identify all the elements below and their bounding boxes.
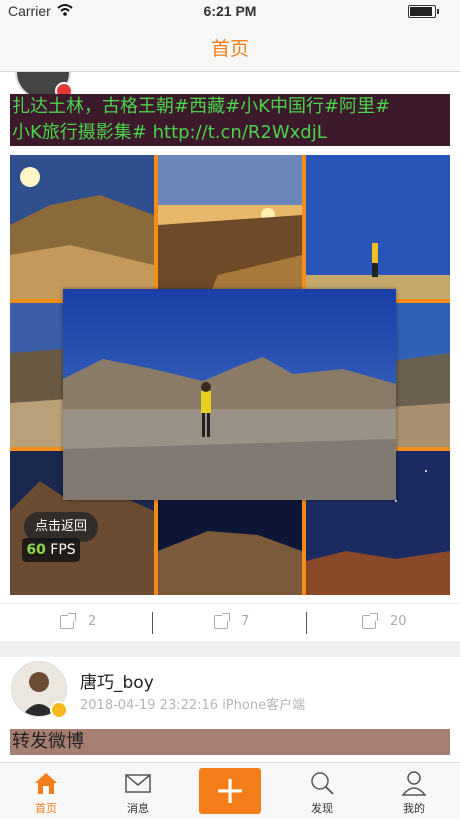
status-bar: Carrier 6:21 PM [0,0,460,22]
tab-label: 消息 [127,802,149,815]
page-title: 首页 [210,38,249,60]
comment-button[interactable]: 7 [153,604,306,642]
tab-label: 我的 [403,802,425,815]
photo-thumbnail[interactable] [306,155,450,299]
clock: 6:21 PM [203,3,257,19]
tab-label: 首页 [35,802,57,815]
fps-indicator: 60 FPS [22,538,80,562]
post-text[interactable]: 扎达土林，古格王朝#西藏#小K中国行#阿里# 小K旅行摄影集# http://t… [10,94,450,146]
fps-value: 60 [26,542,46,558]
comment-count: 7 [241,614,250,629]
photo-thumbnail[interactable] [158,155,302,299]
like-count: 20 [390,614,407,629]
battery-icon [408,5,439,18]
navigation-bar: 首页 [0,22,460,72]
fps-unit: FPS [50,542,76,558]
message-icon [125,774,151,793]
home-icon [35,773,57,794]
post-text[interactable]: 转发微博 [10,729,450,755]
section-divider [0,641,460,657]
tab-bar: 首页 消息 + 发现 我的 [0,762,460,819]
compose-button[interactable]: + [199,768,261,814]
share-icon [60,613,76,629]
tab-label: 发现 [311,802,333,815]
tab-discover[interactable]: 发现 [276,763,368,819]
username[interactable]: 唐巧_boy [80,668,154,693]
tab-profile[interactable]: 我的 [368,763,460,819]
zoomed-photo-preview[interactable] [63,289,396,500]
post-text-line1: 扎达土林，古格王朝#西藏#小K中国行#阿里# [12,96,391,117]
discover-icon [311,772,334,795]
share-button[interactable]: 2 [0,604,153,642]
post-text-line2: 小K旅行摄影集# http://t.cn/R2WxdjL [12,122,327,143]
comment-icon [214,613,230,629]
like-icon [362,613,378,629]
tab-home[interactable]: 首页 [0,763,92,819]
feed-post[interactable]: 唐巧_boy 2018-04-19 23:22:16 iPhone客户端 转发微… [0,657,460,762]
post-action-bar: 2 7 20 [0,603,460,643]
tab-messages[interactable]: 消息 [92,763,184,819]
profile-icon [401,771,427,796]
share-count: 2 [88,614,97,629]
photo-thumbnail[interactable] [10,155,154,299]
feed[interactable]: 扎达土林，古格王朝#西藏#小K中国行#阿里# 小K旅行摄影集# http://t… [0,72,460,762]
post-meta: 2018-04-19 23:22:16 iPhone客户端 [80,698,306,713]
verified-badge-icon [50,701,68,719]
like-button[interactable]: 20 [307,604,460,642]
